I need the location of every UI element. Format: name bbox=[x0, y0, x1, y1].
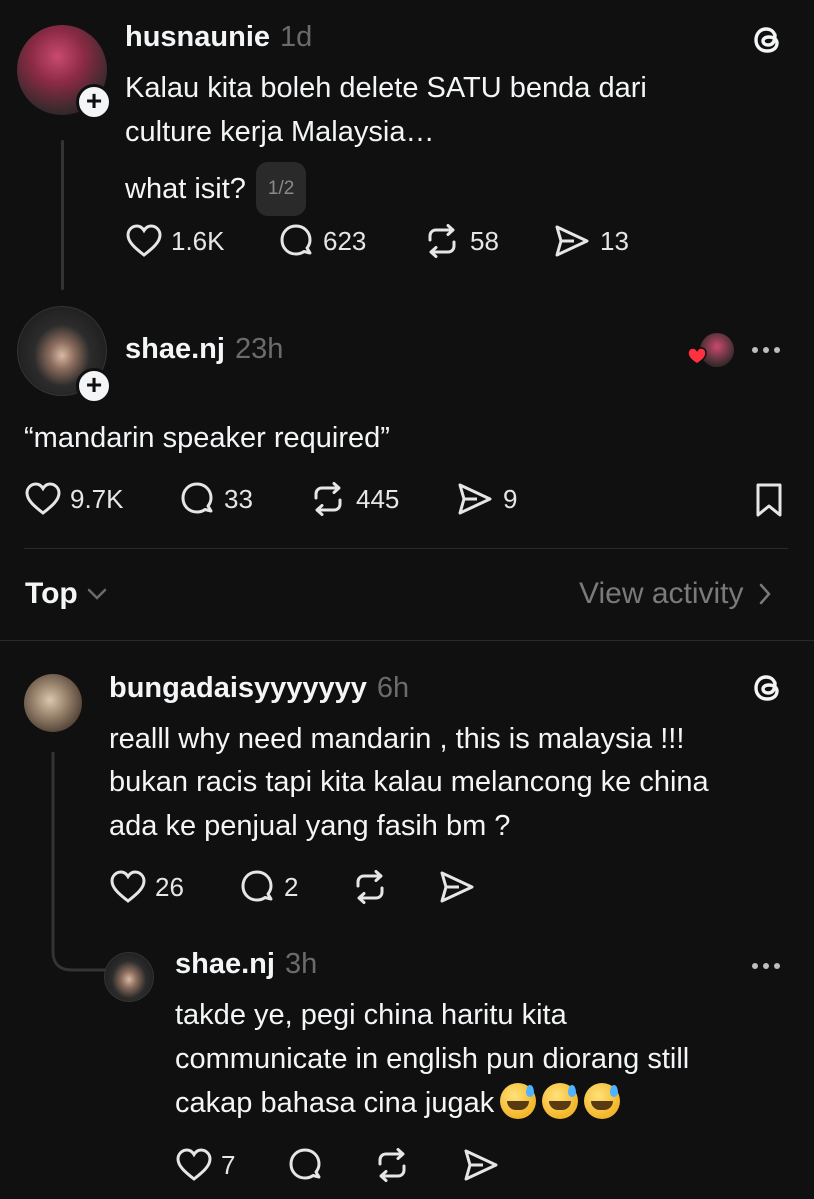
like-button[interactable]: 1.6K bbox=[125, 223, 225, 259]
post-question: what isit? bbox=[125, 173, 246, 205]
chevron-right-icon bbox=[759, 583, 771, 605]
reply-text-line-2: bukan racis tapi kita kalau melancong ke… bbox=[109, 766, 709, 798]
reply-text-line-3: cakap bahasa cina jugak bbox=[175, 1081, 621, 1125]
share-count: 13 bbox=[600, 225, 629, 256]
reply-text: cakap bahasa cina jugak bbox=[175, 1087, 495, 1119]
username[interactable]: bungadaisyyyyyyy bbox=[109, 672, 367, 704]
repost-button[interactable] bbox=[372, 1147, 412, 1183]
more-icon[interactable] bbox=[752, 963, 780, 969]
grinning-sweat-emoji bbox=[584, 1083, 621, 1119]
username[interactable]: shae.nj bbox=[125, 333, 225, 365]
more-icon[interactable] bbox=[752, 347, 780, 353]
heart-badge-icon bbox=[686, 345, 708, 367]
thread-line bbox=[61, 140, 64, 290]
grinning-sweat-emoji bbox=[542, 1083, 579, 1119]
sort-label: Top bbox=[25, 577, 78, 610]
repost-icon bbox=[428, 224, 456, 258]
plus-icon: + bbox=[85, 84, 103, 116]
grinning-sweat-emoji bbox=[500, 1083, 537, 1119]
heart-icon bbox=[126, 224, 162, 257]
view-activity-label: View activity bbox=[579, 577, 744, 610]
share-count: 9 bbox=[503, 483, 518, 514]
threads-logo-icon[interactable] bbox=[750, 22, 786, 58]
reply-text-line-2: communicate in english pun diorang still bbox=[175, 1043, 690, 1075]
repost-count: 445 bbox=[356, 483, 400, 514]
avatar-bungadaisyyyyyyy[interactable] bbox=[24, 674, 82, 732]
follow-button[interactable]: + bbox=[76, 84, 112, 120]
share-button[interactable]: 9 bbox=[455, 481, 517, 517]
page-indicator: 1/2 bbox=[255, 162, 307, 216]
divider bbox=[0, 640, 814, 641]
reply-button[interactable]: 623 bbox=[277, 223, 366, 259]
view-activity-link[interactable]: View activity bbox=[579, 577, 772, 611]
post-text-line-2: culture kerja Malaysia… bbox=[125, 116, 435, 148]
divider bbox=[24, 548, 788, 549]
thread-connector bbox=[50, 750, 110, 979]
share-icon bbox=[440, 871, 474, 903]
share-button[interactable] bbox=[437, 869, 477, 905]
reply-text-line-3: ada ke penjual yang fasih bm ? bbox=[109, 810, 511, 842]
repost-button[interactable]: 58 bbox=[422, 223, 499, 259]
reply-button[interactable] bbox=[286, 1147, 324, 1183]
heart-icon bbox=[110, 870, 146, 903]
reply-count: 2 bbox=[284, 871, 299, 902]
post-time: 23h bbox=[234, 333, 284, 365]
reply-text-line-1: realll why need mandarin , this is malay… bbox=[109, 723, 685, 755]
post-text: “mandarin speaker required” bbox=[24, 422, 390, 454]
reply-time: 6h bbox=[376, 672, 410, 704]
threads-logo-icon[interactable] bbox=[750, 670, 786, 706]
comment-icon bbox=[280, 224, 312, 256]
comment-icon bbox=[181, 482, 213, 514]
post-author[interactable]: shae.nj 23h bbox=[125, 333, 283, 366]
username[interactable]: husnaunie bbox=[125, 21, 270, 53]
like-count: 9.7K bbox=[70, 483, 124, 514]
repost-button[interactable] bbox=[350, 869, 390, 905]
heart-icon bbox=[25, 482, 61, 515]
reply-author[interactable]: shae.nj 3h bbox=[175, 948, 317, 981]
reply-count: 623 bbox=[323, 225, 367, 256]
username[interactable]: shae.nj bbox=[175, 948, 275, 980]
reply-count: 33 bbox=[224, 483, 253, 514]
reply-author[interactable]: bungadaisyyyyyyy 6h bbox=[109, 672, 409, 705]
like-button[interactable]: 7 bbox=[175, 1147, 235, 1183]
post-text-line-3: what isit? 1/2 bbox=[125, 162, 307, 216]
plus-icon: + bbox=[85, 368, 103, 400]
like-button[interactable]: 9.7K bbox=[24, 481, 124, 517]
share-icon bbox=[464, 1149, 498, 1181]
share-button[interactable] bbox=[461, 1147, 501, 1183]
repost-count: 58 bbox=[470, 225, 499, 256]
repost-icon bbox=[314, 482, 342, 516]
bookmark-icon[interactable] bbox=[754, 482, 784, 523]
post-text-line-1: Kalau kita boleh delete SATU benda dari bbox=[125, 72, 647, 104]
share-icon bbox=[458, 483, 492, 515]
share-icon bbox=[555, 225, 589, 257]
heart-icon bbox=[176, 1148, 212, 1181]
comment-icon bbox=[289, 1148, 321, 1180]
like-count: 1.6K bbox=[171, 225, 225, 256]
repost-button[interactable]: 445 bbox=[308, 481, 399, 517]
reply-button[interactable]: 33 bbox=[178, 481, 253, 517]
repost-icon bbox=[378, 1148, 406, 1182]
chevron-down-icon bbox=[87, 588, 106, 600]
avatar-shae-nj[interactable] bbox=[104, 952, 154, 1002]
post-time: 1d bbox=[280, 21, 313, 53]
like-count: 7 bbox=[221, 1149, 236, 1180]
share-button[interactable]: 13 bbox=[552, 223, 629, 259]
comment-icon bbox=[241, 870, 273, 902]
reply-button[interactable]: 2 bbox=[238, 869, 298, 905]
post-author[interactable]: husnaunie 1d bbox=[125, 21, 312, 54]
like-count: 26 bbox=[155, 871, 184, 902]
reply-time: 3h bbox=[284, 948, 318, 980]
sort-dropdown[interactable]: Top bbox=[25, 577, 108, 611]
repost-icon bbox=[356, 870, 384, 904]
reply-text-line-1: takde ye, pegi china haritu kita bbox=[175, 999, 567, 1031]
follow-button[interactable]: + bbox=[76, 368, 112, 404]
like-button[interactable]: 26 bbox=[109, 869, 184, 905]
